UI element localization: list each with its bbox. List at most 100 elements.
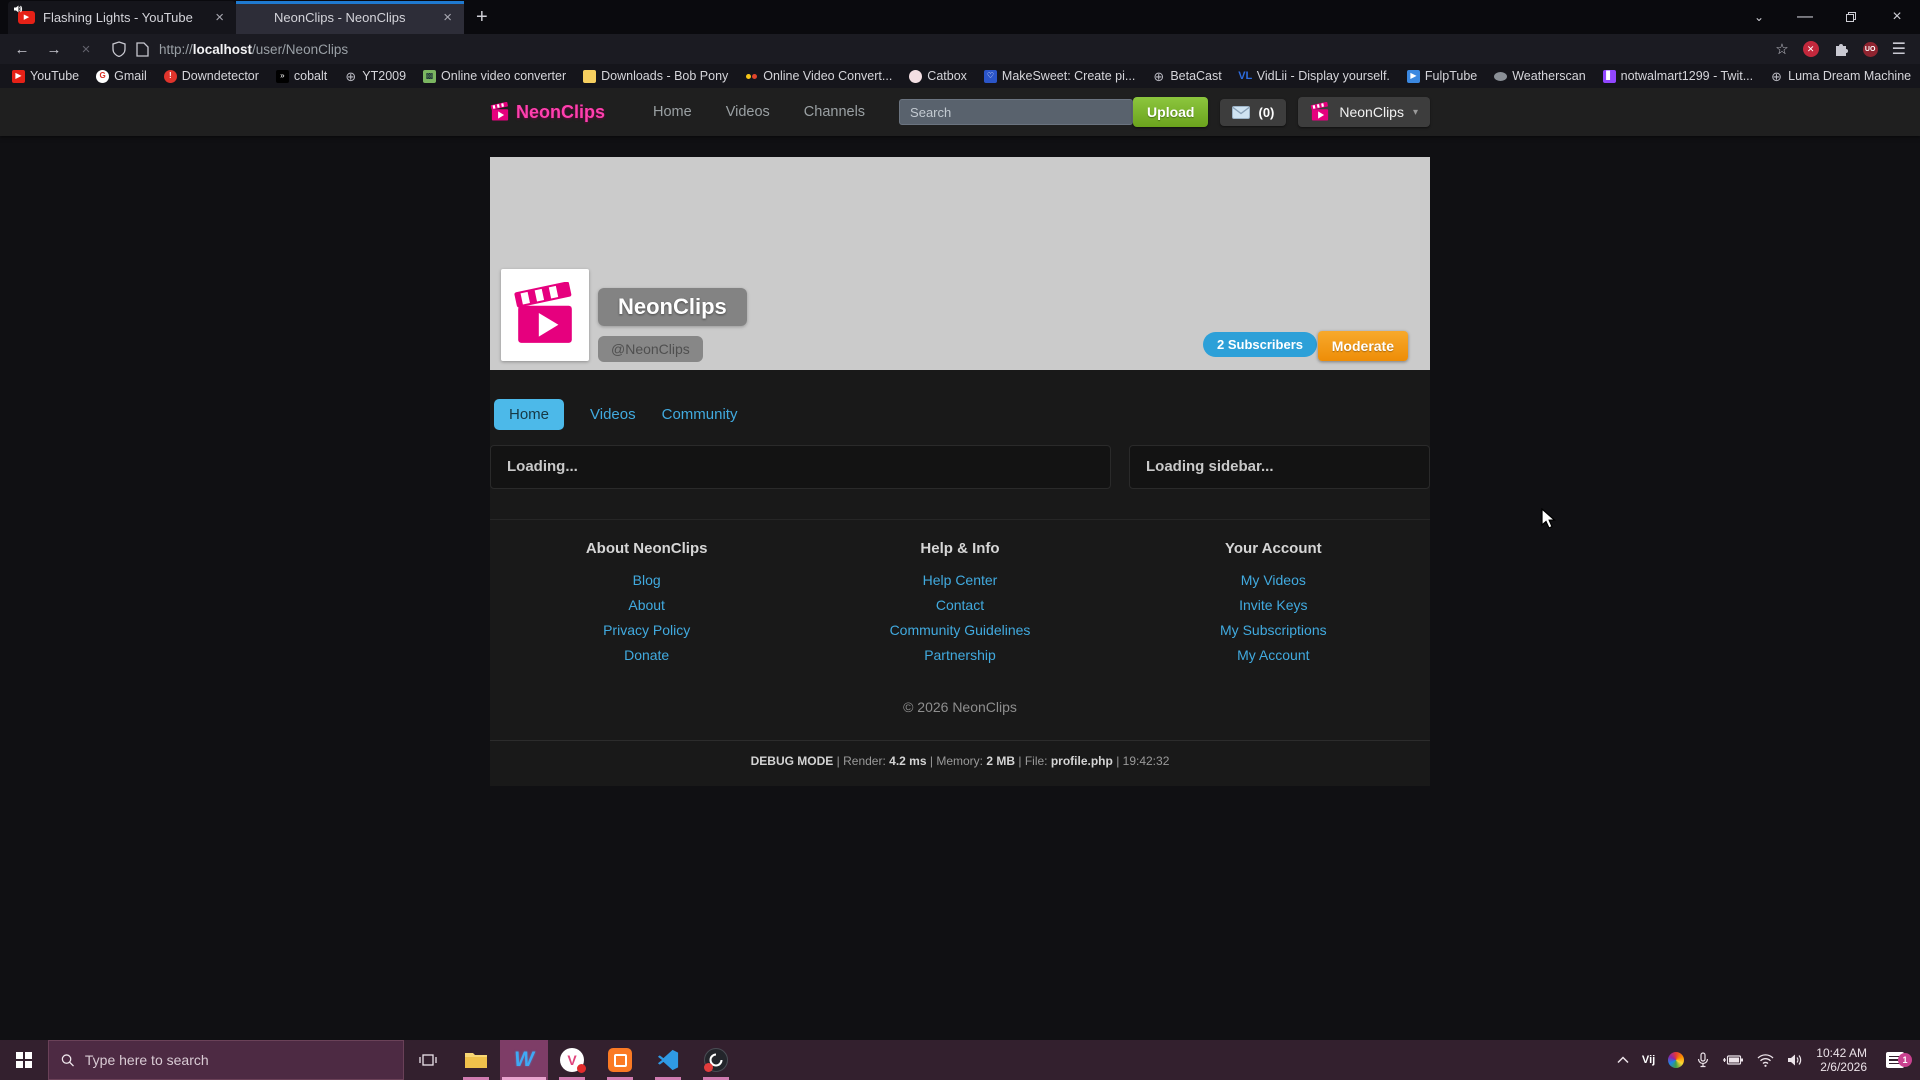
bookmark-luma[interactable]: ⊕Luma Dream Machine	[1770, 69, 1911, 83]
taskbar-clock[interactable]: 10:42 AM 2/6/2026	[1816, 1046, 1867, 1074]
tab-videos[interactable]: Videos	[590, 406, 636, 423]
tray-microphone-icon[interactable]	[1697, 1052, 1709, 1068]
fulptube-icon: ▶	[1407, 70, 1420, 83]
bookmark-vidlii[interactable]: VLVidLii - Display yourself.	[1239, 69, 1390, 83]
footer-link-subscriptions[interactable]: My Subscriptions	[1117, 622, 1430, 638]
footer-link-partnership[interactable]: Partnership	[803, 647, 1116, 663]
footer-link-help-center[interactable]: Help Center	[803, 572, 1116, 588]
stop-button[interactable]: ×	[72, 41, 100, 58]
footer-link-guidelines[interactable]: Community Guidelines	[803, 622, 1116, 638]
nav-home[interactable]: Home	[653, 104, 692, 120]
forward-button[interactable]: →	[40, 41, 68, 58]
gmail-icon: G	[96, 70, 109, 83]
bookmark-online-video-convert[interactable]: Online Video Convert...	[745, 69, 892, 83]
menu-hamburger-icon[interactable]: ☰	[1892, 39, 1906, 59]
tab-list-chevron-icon[interactable]: ⌄	[1736, 0, 1782, 34]
tab-community[interactable]: Community	[662, 406, 738, 423]
footer-link-privacy[interactable]: Privacy Policy	[490, 622, 803, 638]
messages-button[interactable]: (0)	[1220, 99, 1286, 126]
footer-link-blog[interactable]: Blog	[490, 572, 803, 588]
bookmark-online-video-converter[interactable]: ▩Online video converter	[423, 69, 566, 83]
user-avatar-icon	[1310, 102, 1330, 122]
action-center-button[interactable]: 1	[1880, 1052, 1910, 1068]
bookmark-fulptube[interactable]: ▶FulpTube	[1407, 69, 1477, 83]
tab-close-icon[interactable]: ×	[441, 9, 454, 26]
task-view-button[interactable]	[404, 1040, 452, 1080]
bookmark-star-icon[interactable]: ☆	[1775, 40, 1788, 58]
tab-neonclips[interactable]: NeonClips - NeonClips ×	[236, 1, 464, 34]
bookmark-weatherscan[interactable]: Weatherscan	[1494, 69, 1585, 83]
bookmark-catbox[interactable]: Catbox	[909, 69, 967, 83]
bookmark-downdetector[interactable]: !Downdetector	[164, 69, 259, 83]
footer-link-about[interactable]: About	[490, 597, 803, 613]
bookmark-cobalt[interactable]: »cobalt	[276, 69, 327, 83]
tab-close-icon[interactable]: ×	[213, 9, 226, 26]
tray-battery-icon[interactable]	[1722, 1054, 1744, 1066]
taskbar-search-input[interactable]	[85, 1052, 391, 1068]
xampp-button[interactable]	[596, 1040, 644, 1080]
file-explorer-button[interactable]	[452, 1040, 500, 1080]
channel-avatar	[501, 269, 589, 361]
moderate-button[interactable]: Moderate	[1318, 331, 1408, 361]
tray-vc-app-icon[interactable]: Vĳ	[1642, 1054, 1655, 1066]
tray-color-wheel-icon[interactable]	[1668, 1052, 1684, 1068]
bookmark-downloads-bob-pony[interactable]: Downloads - Bob Pony	[583, 69, 728, 83]
browser-tab-bar: ▶ Flashing Lights - YouTube × NeonClips …	[0, 0, 1920, 34]
adblock-extension-icon[interactable]: ✕	[1803, 41, 1819, 57]
footer-column-account: Your Account My Videos Invite Keys My Su…	[1117, 540, 1430, 672]
clock-time: 10:42 AM	[1816, 1046, 1867, 1060]
media-player-button[interactable]: V	[548, 1040, 596, 1080]
new-tab-button[interactable]: +	[464, 6, 500, 29]
extensions-puzzle-icon[interactable]	[1833, 41, 1849, 57]
tab-home[interactable]: Home	[494, 399, 564, 430]
bookmark-yt2009[interactable]: ⊕YT2009	[344, 69, 406, 83]
address-bar[interactable]: http://localhost/user/NeonClips	[104, 36, 1765, 62]
page-info-icon[interactable]	[136, 42, 149, 57]
footer-link-my-videos[interactable]: My Videos	[1117, 572, 1430, 588]
taskbar-search[interactable]	[48, 1040, 404, 1080]
back-button[interactable]: ←	[8, 41, 36, 58]
site-search-input[interactable]	[899, 99, 1133, 125]
bookmark-gmail[interactable]: GGmail	[96, 69, 147, 83]
start-button[interactable]	[0, 1040, 48, 1080]
globe-icon: ⊕	[1770, 70, 1783, 83]
youtube-favicon: ▶	[18, 11, 35, 24]
clapperboard-icon	[490, 102, 510, 122]
waterfox-browser-button[interactable]: W	[500, 1040, 548, 1080]
window-minimize-button[interactable]: —	[1782, 0, 1828, 34]
window-close-button[interactable]: ×	[1874, 0, 1920, 34]
site-header: NeonClips Home Videos Channels Upload (0…	[0, 88, 1920, 136]
mail-count: (0)	[1258, 105, 1274, 120]
footer-link-my-account[interactable]: My Account	[1117, 647, 1430, 663]
window-restore-button[interactable]	[1828, 0, 1874, 34]
obs-icon	[704, 1048, 728, 1072]
vscode-button[interactable]	[644, 1040, 692, 1080]
page-viewport: NeonClips Home Videos Channels Upload (0…	[0, 88, 1920, 1040]
tray-volume-icon[interactable]	[1787, 1053, 1803, 1067]
url-text: http://localhost/user/NeonClips	[159, 42, 348, 57]
nav-videos[interactable]: Videos	[726, 104, 770, 120]
bookmarks-bar: ▶YouTube GGmail !Downdetector »cobalt ⊕Y…	[0, 64, 1920, 88]
chevron-down-icon: ▾	[1413, 107, 1418, 118]
bookmark-makesweet[interactable]: ♡MakeSweet: Create pi...	[984, 69, 1135, 83]
site-logo[interactable]: NeonClips	[490, 102, 605, 123]
footer-link-donate[interactable]: Donate	[490, 647, 803, 663]
tray-wifi-icon[interactable]	[1757, 1054, 1774, 1067]
browser-toolbar: ← → × http://localhost/user/NeonClips ☆ …	[0, 34, 1920, 64]
system-tray: Vĳ 10:42 AM 2/6/2026 1	[1617, 1040, 1920, 1080]
bookmark-twitch[interactable]: ▋notwalmart1299 - Twit...	[1603, 69, 1753, 83]
globe-icon: ⊕	[1152, 70, 1165, 83]
ublock-origin-icon[interactable]: UO	[1863, 42, 1878, 57]
footer-link-invite-keys[interactable]: Invite Keys	[1117, 597, 1430, 613]
upload-button[interactable]: Upload	[1133, 97, 1208, 127]
tray-chevron-up-icon[interactable]	[1617, 1056, 1629, 1064]
obs-button[interactable]	[692, 1040, 740, 1080]
footer-link-contact[interactable]: Contact	[803, 597, 1116, 613]
tab-youtube[interactable]: ▶ Flashing Lights - YouTube ×	[8, 1, 236, 34]
footer-heading: Your Account	[1117, 540, 1430, 557]
bookmark-youtube[interactable]: ▶YouTube	[12, 69, 79, 83]
user-menu-button[interactable]: NeonClips ▾	[1298, 97, 1430, 127]
nav-channels[interactable]: Channels	[804, 104, 865, 120]
bookmark-betacast[interactable]: ⊕BetaCast	[1152, 69, 1221, 83]
clapperboard-icon	[512, 282, 578, 348]
